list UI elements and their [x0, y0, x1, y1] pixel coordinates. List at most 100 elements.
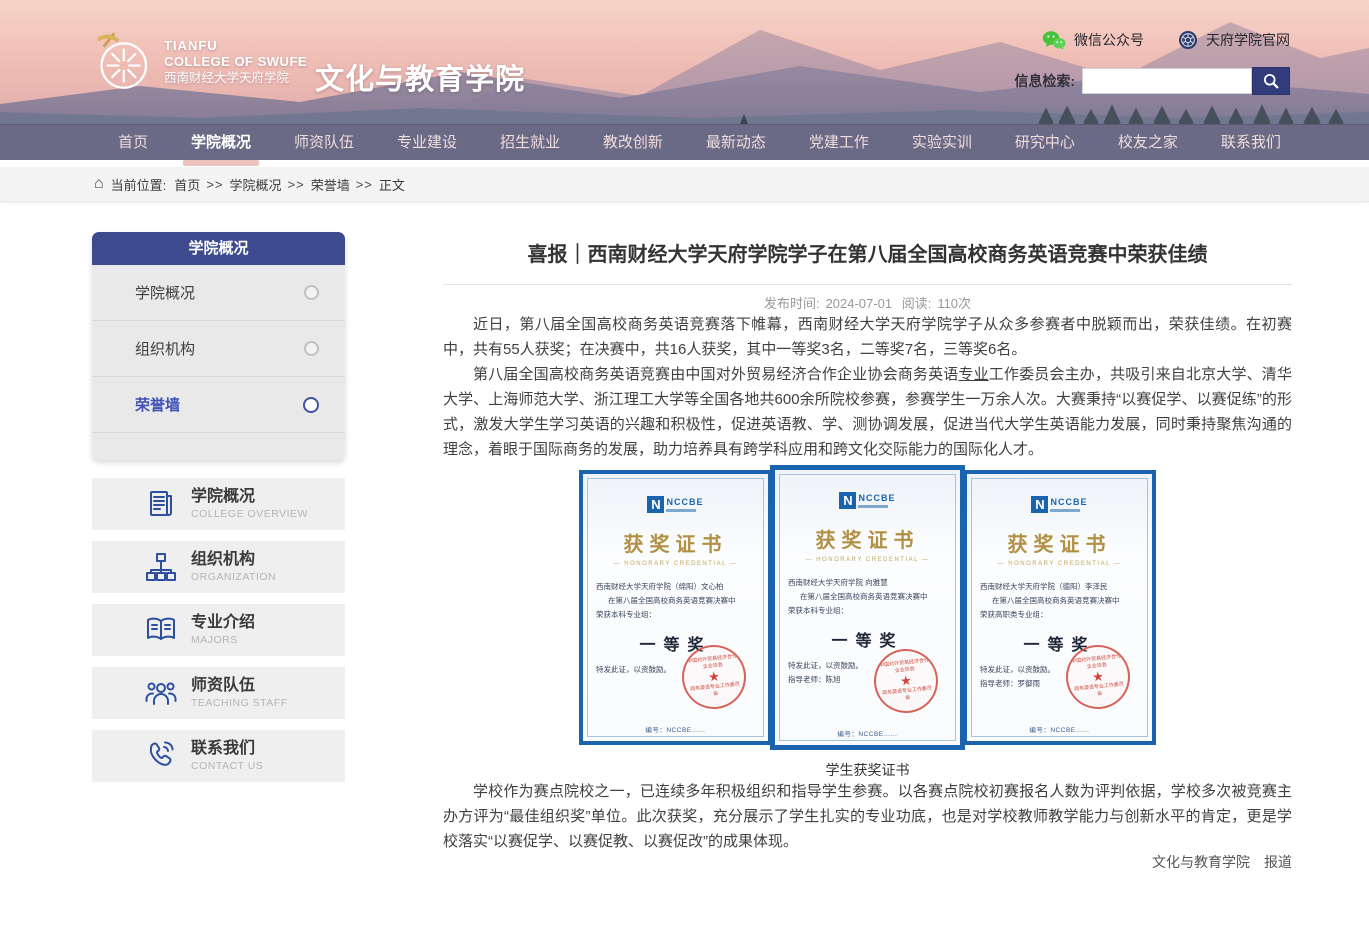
sidebar-card-college-overview[interactable]: 学院概况 COLLEGE OVERVIEW: [92, 478, 345, 530]
seal-org-line: 商务英语专业工作委员会: [1072, 681, 1127, 700]
nav-item-alumni[interactable]: 校友之家: [1108, 125, 1188, 160]
nav-item-party-building[interactable]: 党建工作: [799, 125, 879, 160]
card-title: 师资队伍: [191, 677, 288, 695]
read-count-label: 阅读:: [902, 296, 932, 311]
nav-item-major-construction[interactable]: 专业建设: [387, 125, 467, 160]
article-title: 喜报｜西南财经大学天府学院学子在第八届全国高校商务英语竞赛中荣获佳绩: [443, 242, 1292, 268]
read-count-value: 110次: [937, 296, 971, 311]
card-subtitle: MAJORS: [191, 634, 255, 646]
star-icon: ★: [1091, 669, 1104, 684]
certificate-line: 荣获高职类专业组：: [980, 608, 1139, 622]
brand-text: TIANFU COLLEGE OF SWUFE 西南财经大学天府学院: [164, 38, 307, 85]
card-title: 专业介绍: [191, 614, 255, 632]
certificate-body: 西南财经大学天府学院 向雅慧 在第八届全国高校商务英语竞赛决赛中 荣获本科专业组…: [788, 576, 947, 618]
sidebar-item-college-overview[interactable]: 学院概况: [92, 265, 345, 321]
certificate-body: 西南财经大学天府学院（绵阳）文心柏 在第八届全国高校商务英语竞赛决赛中 荣获本科…: [596, 580, 755, 622]
nav-item-college-overview[interactable]: 学院概况: [181, 125, 261, 160]
certificate-line: 荣获本科专业组：: [596, 608, 755, 622]
breadcrumb-separator: >>: [288, 177, 305, 192]
article-paragraph-3: 学校作为赛点院校之一，已连续多年积极组织和指导学生参赛。以各赛点院校初赛报名人数…: [443, 779, 1292, 854]
wechat-link[interactable]: 微信公众号: [1042, 30, 1144, 50]
certificate-serial: 编号：NCCBE……: [775, 728, 960, 738]
sidebar-item-honor-wall[interactable]: 荣誉墙: [92, 377, 345, 433]
seal-org-line: 商务英语专业工作委员会: [688, 681, 743, 700]
search-button[interactable]: [1252, 67, 1290, 95]
certificates-image: N NCCBE 获奖证书 — HONORARY CREDENTIAL — 西南财…: [578, 466, 1157, 749]
certificate-subtitle: — HONORARY CREDENTIAL —: [980, 561, 1139, 567]
card-subtitle: COLLEGE OVERVIEW: [191, 508, 308, 520]
people-group-icon: [144, 676, 178, 710]
search-icon: [1262, 72, 1280, 90]
article-paragraph-2: 第八届全国高校商务英语竞赛由中国对外贸易经济合作企业协会商务英语专业工作委员会主…: [443, 362, 1292, 462]
nccbe-logo-bar: [858, 505, 888, 508]
certificate-body: 西南财经大学天府学院（德阳）李泽民 在第八届全国高校商务英语竞赛决赛中 荣获高职…: [980, 580, 1139, 622]
nav-item-label: 学院概况: [191, 134, 251, 151]
nav-item-latest-news[interactable]: 最新动态: [696, 125, 776, 160]
nav-item-teaching-reform[interactable]: 教改创新: [593, 125, 673, 160]
nav-item-research-center[interactable]: 研究中心: [1005, 125, 1085, 160]
official-site-link[interactable]: 天府学院官网: [1178, 30, 1290, 50]
certificate-award: 一等奖: [788, 627, 947, 651]
sidebar-card-majors[interactable]: 专业介绍 MAJORS: [92, 604, 345, 656]
article-paragraph-1: 近日，第八届全国高校商务英语竞赛落下帷幕，西南财经大学天府学院学子从众多参赛者中…: [443, 312, 1292, 362]
card-title: 组织机构: [191, 551, 276, 569]
sidebar-menu: 学院概况 学院概况 组织机构 荣誉墙: [92, 232, 345, 460]
nccbe-logo-mark: N: [1031, 496, 1048, 513]
breadcrumb-honor-wall[interactable]: 荣誉墙: [311, 175, 350, 194]
certificate-serial: 编号：NCCBE……: [967, 724, 1152, 734]
sidebar-menu-body: 学院概况 组织机构 荣誉墙: [92, 265, 345, 460]
publish-time-label: 发布时间:: [764, 296, 820, 311]
card-subtitle: ORGANIZATION: [191, 571, 276, 583]
home-icon: ⌂: [94, 176, 104, 192]
certificate-line: 在第八届全国高校商务英语竞赛决赛中: [788, 590, 947, 604]
nav-item-lab-training[interactable]: 实验实训: [902, 125, 982, 160]
card-title: 学院概况: [191, 488, 308, 506]
breadcrumb-separator: >>: [356, 177, 373, 192]
site-header: TIANFU COLLEGE OF SWUFE 西南财经大学天府学院 文化与教育…: [0, 0, 1369, 124]
breadcrumb-college-overview[interactable]: 学院概况: [230, 175, 282, 194]
certificate-line: 在第八届全国高校商务英语竞赛决赛中: [980, 594, 1139, 608]
org-chart-icon: [144, 550, 178, 584]
radio-circle-icon: [304, 285, 319, 300]
nav-item-contact[interactable]: 联系我们: [1211, 125, 1291, 160]
article-attribution: 文化与教育学院 报道: [443, 852, 1292, 872]
sidebar-item-label: 学院概况: [135, 282, 195, 303]
seal-org-line: 商务英语专业工作委员会: [880, 685, 935, 704]
nav-item-admissions[interactable]: 招生就业: [490, 125, 570, 160]
certificate-subtitle: — HONORARY CREDENTIAL —: [596, 561, 755, 567]
certificate-serial: 编号：NCCBE……: [583, 724, 768, 734]
breadcrumb-home[interactable]: 首页: [174, 175, 200, 194]
phone-icon: [144, 739, 178, 773]
article-meta: 发布时间: 2024-07-01 阅读: 110次: [443, 293, 1292, 312]
nav-item-home[interactable]: 首页: [108, 125, 158, 160]
certificate-title: 获奖证书: [788, 524, 947, 553]
sidebar-item-label: 组织机构: [135, 338, 195, 359]
sidebar-card-contact[interactable]: 联系我们 CONTACT US: [92, 730, 345, 782]
inline-link-major[interactable]: 专业: [958, 366, 988, 383]
sidebar-item-organization[interactable]: 组织机构: [92, 321, 345, 377]
nccbe-logo-text: NCCBE: [666, 498, 703, 507]
sidebar-card-organization[interactable]: 组织机构 ORGANIZATION: [92, 541, 345, 593]
certificate-recipient: 西南财经大学天府学院（德阳）李泽民: [980, 580, 1139, 594]
paragraph-text: 第八届全国高校商务英语竞赛由中国对外贸易经济合作企业协会商务英语: [473, 366, 958, 383]
certificate-subtitle: — HONORARY CREDENTIAL —: [788, 557, 947, 563]
wechat-label: 微信公众号: [1074, 30, 1144, 50]
search-input[interactable]: [1082, 68, 1252, 94]
red-seal: 中国对外贸易经济合作企业协会 ★ 商务英语专业工作委员会: [871, 646, 941, 716]
breadcrumb: ⌂ 当前位置: 首页 >> 学院概况 >> 荣誉墙 >> 正文: [0, 167, 1369, 202]
award-certificate-2: N NCCBE 获奖证书 — HONORARY CREDENTIAL — 西南财…: [771, 466, 964, 749]
open-book-icon: [144, 613, 178, 647]
sidebar-card-teaching-staff[interactable]: 师资队伍 TEACHING STAFF: [92, 667, 345, 719]
nav-item-faculty[interactable]: 师资队伍: [284, 125, 364, 160]
article: 喜报｜西南财经大学天府学院学子在第八届全国高校商务英语竞赛中荣获佳绩 发布时间:…: [443, 202, 1292, 872]
publish-time-value: 2024-07-01: [826, 296, 893, 311]
brand: TIANFU COLLEGE OF SWUFE 西南财经大学天府学院 文化与教育…: [90, 26, 525, 98]
top-links: 微信公众号 天府学院官网: [1042, 30, 1290, 50]
award-certificate-3: N NCCBE 获奖证书 — HONORARY CREDENTIAL — 西南财…: [963, 470, 1156, 745]
search-bar: 信息检索:: [1014, 67, 1290, 95]
radio-circle-icon: [304, 341, 319, 356]
card-subtitle: CONTACT US: [191, 760, 263, 772]
nccbe-logo-bar: [1050, 509, 1080, 512]
official-site-icon: [1178, 30, 1198, 50]
nccbe-logo-mark: N: [839, 492, 856, 509]
